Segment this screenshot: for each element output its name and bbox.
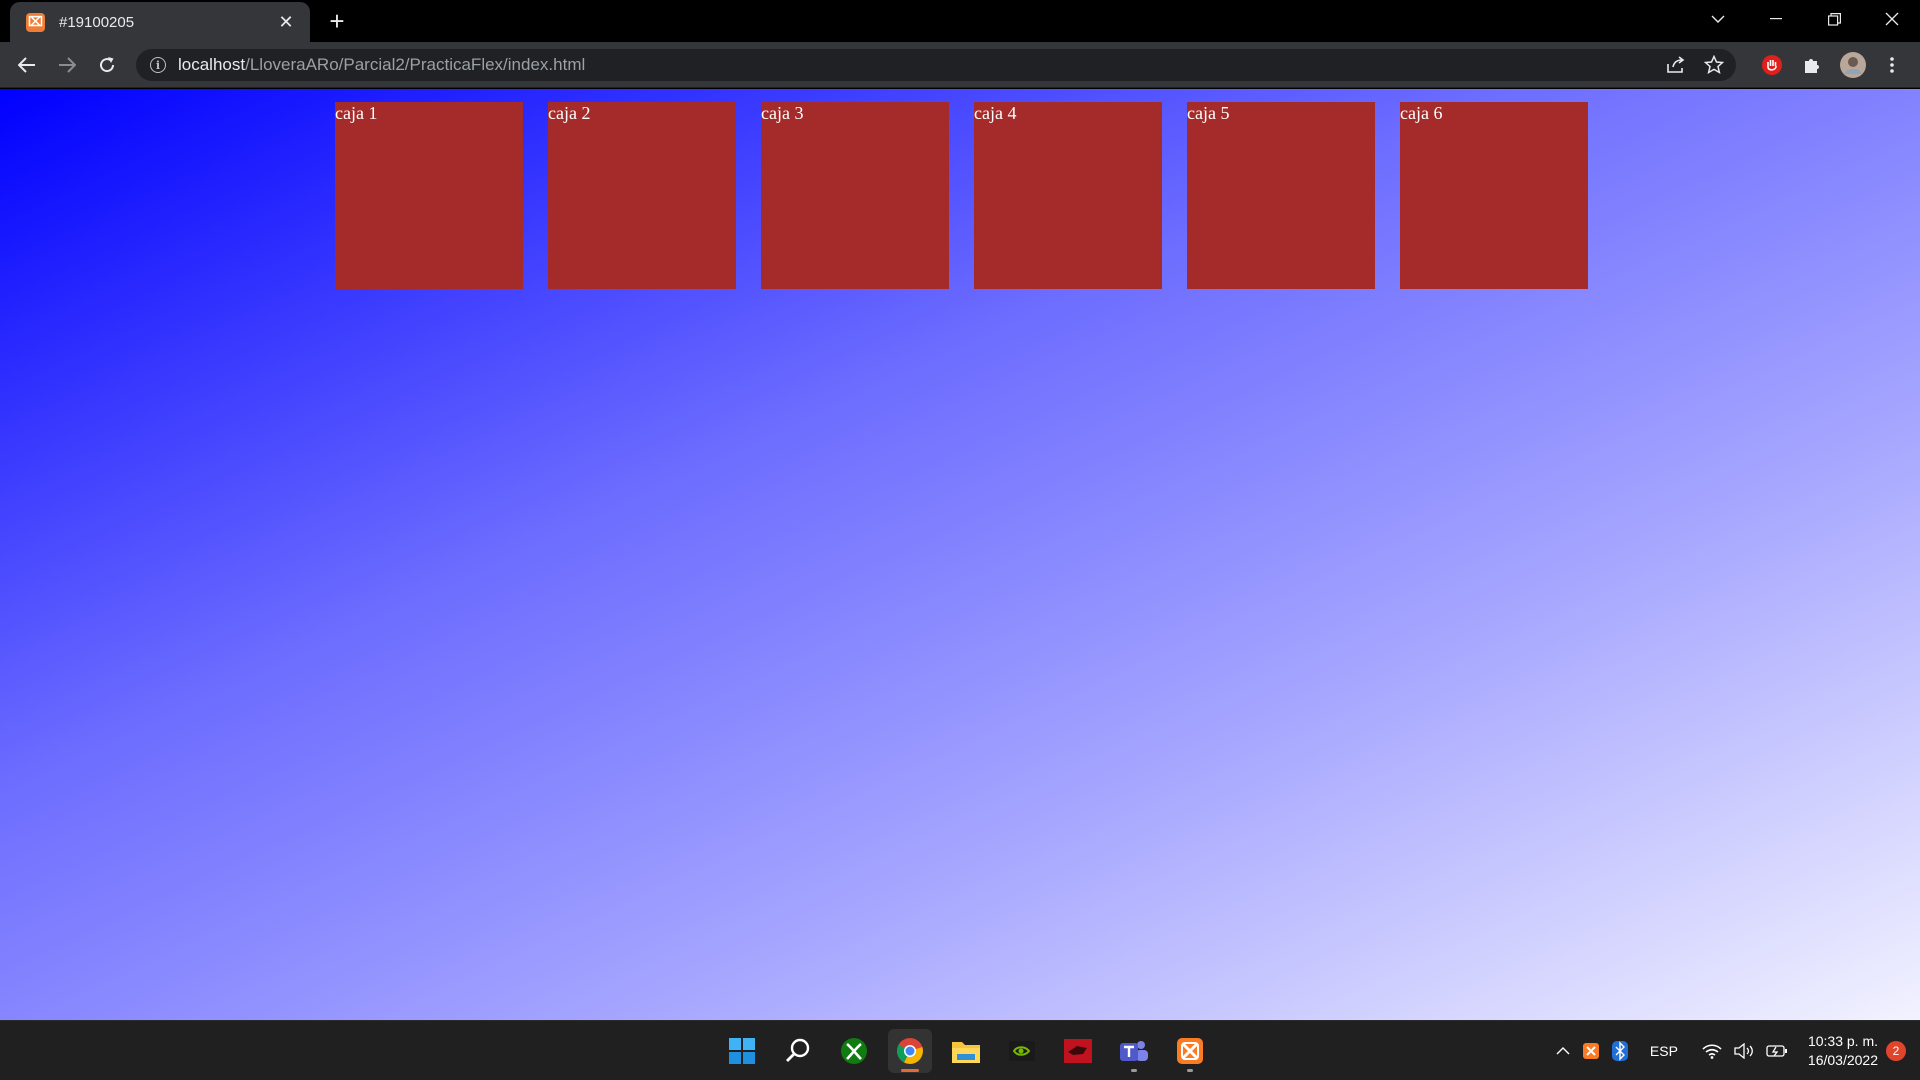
new-tab-button[interactable]: + bbox=[322, 7, 352, 37]
share-icon[interactable] bbox=[1666, 56, 1686, 74]
arrow-right-icon bbox=[59, 57, 76, 73]
restore-button[interactable] bbox=[1806, 0, 1862, 38]
active-indicator bbox=[901, 1069, 919, 1072]
caja-2: caja 2 bbox=[548, 102, 736, 289]
clock-date: 16/03/2022 bbox=[1807, 1052, 1878, 1068]
minimize-icon bbox=[1770, 18, 1782, 20]
wifi-icon bbox=[1702, 1044, 1722, 1059]
restore-icon bbox=[1827, 12, 1841, 26]
windows-start-icon bbox=[729, 1038, 755, 1064]
teams-icon bbox=[1120, 1041, 1148, 1061]
bookmark-star-icon[interactable] bbox=[1704, 55, 1724, 75]
chrome-icon bbox=[896, 1038, 923, 1064]
caja-6: caja 6 bbox=[1400, 102, 1588, 289]
xampp-icon: ⌧ bbox=[26, 12, 45, 32]
caja-1: caja 1 bbox=[335, 102, 523, 289]
avatar bbox=[1840, 52, 1866, 78]
clock[interactable]: 10:33 p. m. 16/03/2022 bbox=[1808, 1032, 1878, 1070]
xampp-icon bbox=[1177, 1038, 1203, 1064]
more-vert-icon bbox=[1890, 57, 1894, 73]
stop-hand-extension-icon bbox=[1762, 55, 1782, 75]
battery-icon bbox=[1766, 1045, 1787, 1057]
taskbar-apps bbox=[720, 1025, 1212, 1077]
tab-title: #19100205 bbox=[59, 13, 135, 31]
chrome-menu-button[interactable] bbox=[1880, 51, 1904, 79]
browser-tab-strip: ⌧ #19100205 ✕ + bbox=[0, 0, 1920, 42]
flex-container: caja 1 caja 2 caja 3 caja 4 caja 5 caja … bbox=[335, 102, 1588, 289]
forward-button[interactable] bbox=[52, 50, 82, 80]
browser-tab[interactable]: ⌧ #19100205 ✕ bbox=[10, 2, 310, 42]
caja-3: caja 3 bbox=[761, 102, 949, 289]
tab-search-button[interactable] bbox=[1690, 0, 1746, 38]
xampp-app[interactable] bbox=[1168, 1029, 1212, 1073]
url-host: localhost bbox=[178, 55, 246, 74]
puzzle-icon bbox=[1805, 59, 1819, 73]
xbox-icon bbox=[841, 1038, 867, 1064]
running-indicator bbox=[1131, 1069, 1137, 1072]
show-hidden-icons-button[interactable] bbox=[1556, 1047, 1570, 1055]
red-app[interactable] bbox=[1056, 1029, 1100, 1073]
close-window-button[interactable] bbox=[1864, 0, 1920, 38]
running-indicator bbox=[1187, 1069, 1193, 1072]
info-icon[interactable]: i bbox=[150, 57, 166, 73]
close-tab-icon[interactable]: ✕ bbox=[276, 12, 296, 33]
chevron-down-icon bbox=[1711, 15, 1725, 23]
xbox-app[interactable] bbox=[832, 1029, 876, 1073]
bluetooth-tray[interactable] bbox=[1611, 1041, 1628, 1061]
chrome-app[interactable] bbox=[888, 1029, 932, 1073]
caja-5: caja 5 bbox=[1187, 102, 1375, 289]
language-indicator[interactable]: ESP bbox=[1650, 1043, 1678, 1059]
search-button[interactable] bbox=[776, 1029, 820, 1073]
reload-icon bbox=[100, 57, 115, 73]
volume-tray[interactable] bbox=[1734, 1043, 1754, 1059]
wifi-tray[interactable] bbox=[1702, 1043, 1722, 1059]
page-viewport: caja 1 caja 2 caja 3 caja 4 caja 5 caja … bbox=[0, 89, 1920, 1020]
extension-button[interactable] bbox=[1758, 51, 1786, 79]
arrow-left-icon bbox=[18, 57, 35, 73]
url-path: /LloveraARo/Parcial2/PracticaFlex/index.… bbox=[245, 55, 586, 74]
nvidia-app[interactable] bbox=[1000, 1029, 1044, 1073]
file-explorer-icon bbox=[952, 1042, 980, 1063]
address-bar[interactable]: i localhost/LloveraARo/Parcial2/Practica… bbox=[136, 49, 1736, 81]
windows-taskbar: ESP 10:33 p. m. 16/03/2022 2 bbox=[0, 1020, 1920, 1080]
file-explorer-app[interactable] bbox=[944, 1029, 988, 1073]
notification-badge[interactable]: 2 bbox=[1886, 1041, 1906, 1061]
profile-button[interactable] bbox=[1838, 51, 1868, 79]
teams-app[interactable] bbox=[1112, 1029, 1156, 1073]
reload-button[interactable] bbox=[92, 50, 122, 80]
bluetooth-icon bbox=[1611, 1041, 1628, 1061]
battery-tray[interactable] bbox=[1766, 1044, 1788, 1058]
extensions-button[interactable] bbox=[1798, 51, 1826, 79]
minimize-button[interactable] bbox=[1748, 0, 1804, 38]
back-button[interactable] bbox=[12, 50, 42, 80]
browser-toolbar: i localhost/LloveraARo/Parcial2/Practica… bbox=[0, 42, 1920, 88]
caja-4: caja 4 bbox=[974, 102, 1162, 289]
volume-icon bbox=[1734, 1043, 1753, 1059]
system-tray: ESP 10:33 p. m. 16/03/2022 2 bbox=[1550, 1021, 1920, 1080]
search-icon bbox=[786, 1038, 810, 1062]
clock-time: 10:33 p. m. bbox=[1807, 1033, 1878, 1049]
start-button[interactable] bbox=[720, 1029, 764, 1073]
xampp-tray-icon bbox=[1582, 1043, 1599, 1059]
nvidia-icon bbox=[1009, 1041, 1035, 1061]
close-icon bbox=[1885, 12, 1899, 26]
url-text[interactable]: localhost/LloveraARo/Parcial2/PracticaFl… bbox=[178, 55, 585, 75]
red-app-icon bbox=[1064, 1039, 1092, 1063]
xampp-tray[interactable] bbox=[1582, 1042, 1600, 1060]
chevron-up-icon bbox=[1556, 1047, 1570, 1055]
